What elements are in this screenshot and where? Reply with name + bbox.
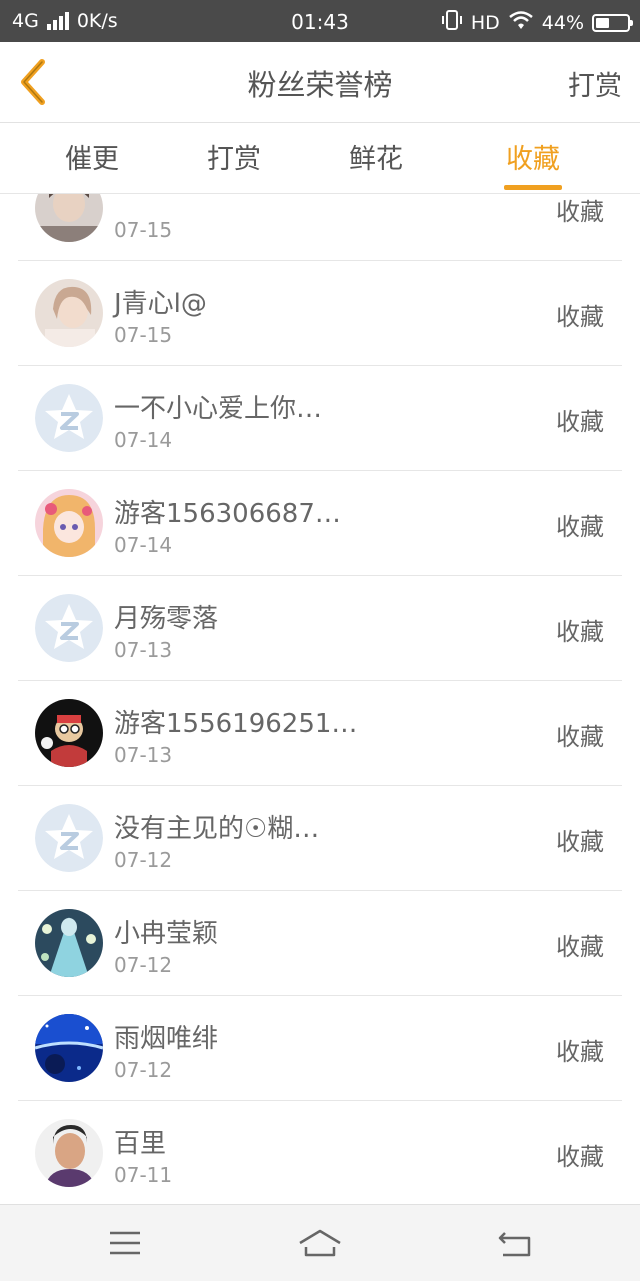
tab-bar: 催更 打赏 鲜花 收藏 (0, 123, 640, 194)
avatar (35, 489, 103, 557)
battery-fill (596, 17, 609, 28)
avatar (35, 594, 103, 662)
default-qq-icon (35, 594, 103, 662)
vibrate-icon (441, 9, 463, 36)
date: 07-15 (114, 323, 173, 347)
back-button[interactable] (14, 58, 54, 106)
date: 07-14 (114, 533, 173, 557)
chevron-left-icon (21, 59, 45, 105)
avatar (35, 384, 103, 452)
favorite-label: 收藏 (556, 723, 604, 751)
page-title: 粉丝荣誉榜 (247, 68, 393, 102)
date: 07-12 (114, 953, 173, 977)
user-name: 没有主见的☉糊… (114, 814, 320, 844)
app-header: 粉丝荣誉榜 打赏 (0, 42, 640, 123)
return-button[interactable] (485, 1223, 545, 1263)
favorite-label: 收藏 (556, 513, 604, 541)
fan-list: 07-15 收藏 J青心l@ 07-15 收藏 一不小心爱上你… 07-14 收… (0, 194, 640, 1204)
user-name: 月殇零落 (114, 604, 219, 634)
favorite-label: 收藏 (556, 1038, 604, 1066)
user-name: J青心l@ (114, 289, 207, 319)
favorite-label: 收藏 (556, 1143, 604, 1171)
list-item[interactable]: 百里 07-11 收藏 (18, 1101, 622, 1204)
list-item[interactable]: 游客1556196251… 07-13 收藏 (18, 681, 622, 786)
avatar (35, 909, 103, 977)
list-item[interactable]: J青心l@ 07-15 收藏 (18, 261, 622, 366)
date: 07-12 (114, 1058, 173, 1082)
list-item[interactable]: 雨烟唯绯 07-12 收藏 (18, 996, 622, 1101)
list-item[interactable]: 没有主见的☉糊… 07-12 收藏 (18, 786, 622, 891)
favorite-label: 收藏 (556, 933, 604, 961)
date: 07-11 (114, 1163, 173, 1187)
list-item[interactable]: 月殇零落 07-13 收藏 (18, 576, 622, 681)
battery-icon (592, 13, 633, 32)
menu-button[interactable] (95, 1223, 155, 1263)
active-tab-indicator (504, 185, 562, 190)
home-button[interactable] (290, 1223, 350, 1263)
favorite-label: 收藏 (556, 618, 604, 646)
reward-button[interactable]: 打赏 (568, 64, 622, 103)
favorite-label: 收藏 (556, 198, 604, 226)
tab-flowers[interactable]: 鲜花 (321, 137, 431, 176)
default-qq-icon (35, 384, 103, 452)
tab-favorites[interactable]: 收藏 (478, 137, 588, 176)
home-icon (299, 1229, 341, 1257)
favorite-label: 收藏 (556, 408, 604, 436)
default-qq-icon (35, 804, 103, 872)
user-name: 一不小心爱上你… (114, 394, 323, 424)
avatar (35, 699, 103, 767)
status-bar: 4G 0K/s 01:43 HD 44% (0, 0, 640, 42)
avatar (35, 1014, 103, 1082)
date: 07-14 (114, 428, 173, 452)
favorite-label: 收藏 (556, 303, 604, 331)
user-name: 雨烟唯绯 (114, 1024, 219, 1054)
user-name: 百里 (114, 1129, 167, 1159)
status-right: HD 44% (441, 9, 633, 36)
tab-urge[interactable]: 催更 (37, 137, 147, 176)
avatar (35, 1119, 103, 1187)
hd-label: HD (470, 11, 500, 34)
wifi-icon (508, 10, 534, 35)
list-item[interactable]: 小冉莹颖 07-12 收藏 (18, 891, 622, 996)
favorite-label: 收藏 (556, 828, 604, 856)
system-nav-bar (0, 1204, 640, 1281)
menu-icon (110, 1231, 140, 1255)
user-name: 小冉莹颖 (114, 919, 219, 949)
date: 07-15 (114, 218, 173, 242)
tab-reward[interactable]: 打赏 (179, 137, 289, 176)
user-name: 游客156306687… (114, 499, 341, 529)
user-name: 游客1556196251… (114, 709, 358, 739)
avatar (35, 279, 103, 347)
date: 07-12 (114, 848, 173, 872)
list-item[interactable]: 游客156306687… 07-14 收藏 (18, 471, 622, 576)
battery-percent: 44% (541, 11, 584, 34)
date: 07-13 (114, 638, 173, 662)
date: 07-13 (114, 743, 173, 767)
list-item[interactable]: 07-15 收藏 (18, 194, 622, 261)
avatar (35, 194, 103, 242)
avatar (35, 804, 103, 872)
list-item[interactable]: 一不小心爱上你… 07-14 收藏 (18, 366, 622, 471)
return-icon (498, 1232, 531, 1257)
